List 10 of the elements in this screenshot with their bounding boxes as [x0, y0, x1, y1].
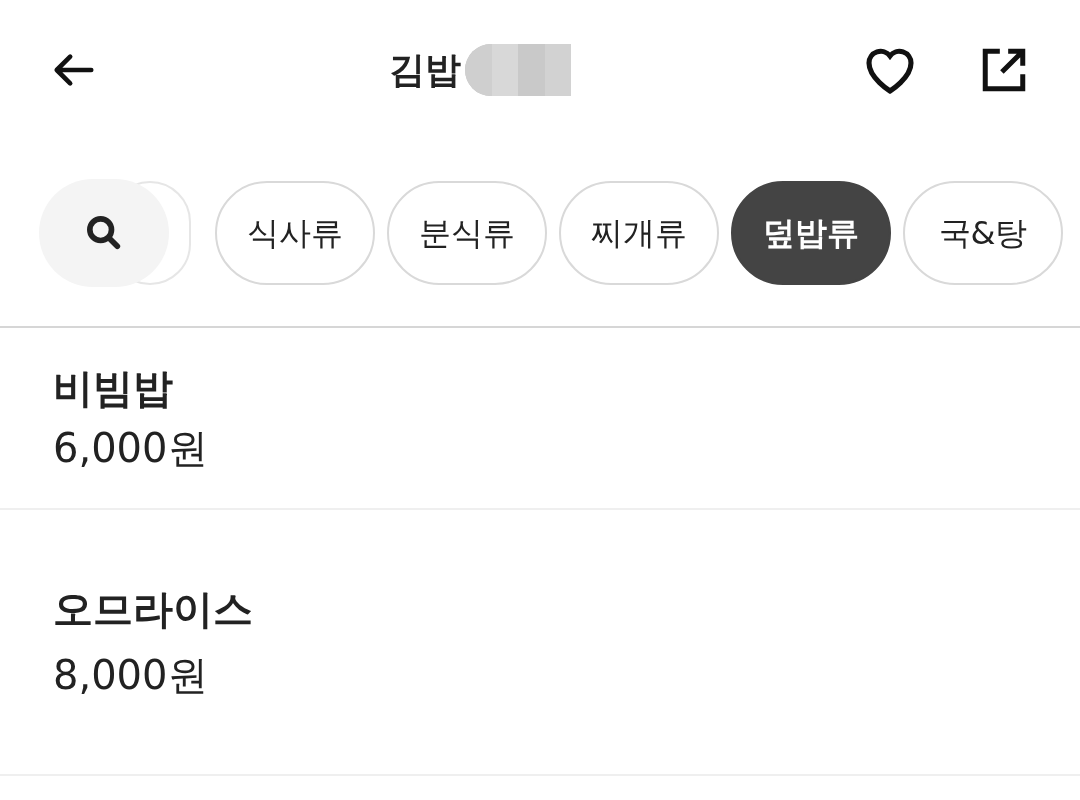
page-title: 김밥 — [389, 48, 461, 92]
category-tab[interactable]: 국&탕 — [903, 181, 1063, 285]
menu-item-price: 8,000원 — [53, 655, 209, 695]
menu-item-name: 오므라이스 — [53, 589, 254, 629]
menu-item-name: 비빔밥 — [53, 368, 174, 408]
menu-item-price: 6,000원 — [53, 428, 209, 468]
category-tab[interactable]: 찌개류 — [559, 181, 719, 285]
category-tab[interactable]: 덮밥류 — [731, 181, 891, 285]
category-tab[interactable]: 분식류 — [387, 181, 547, 285]
category-tab[interactable]: 식사류 — [215, 181, 375, 285]
